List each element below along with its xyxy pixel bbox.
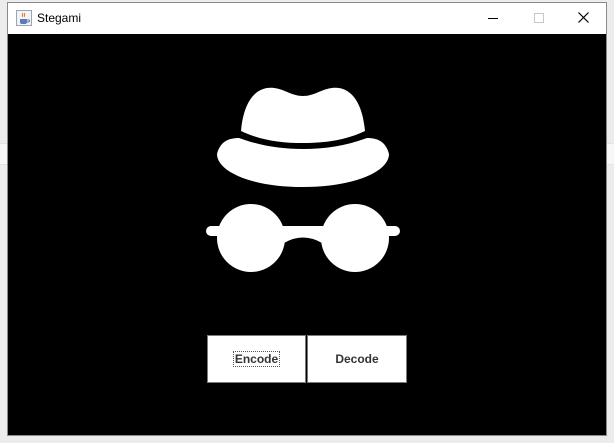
minimize-icon — [488, 10, 498, 28]
decode-button[interactable]: Decode — [307, 335, 407, 383]
encode-button-label: Encode — [232, 351, 281, 367]
maximize-button[interactable] — [516, 3, 562, 34]
title-bar[interactable]: Stegami — [8, 3, 606, 34]
close-icon — [577, 10, 589, 28]
maximize-icon — [534, 10, 544, 28]
java-cup-icon — [16, 10, 32, 26]
main-panel: Encode Decode — [8, 34, 606, 435]
encode-button[interactable]: Encode — [207, 335, 306, 383]
minimize-button[interactable] — [470, 3, 516, 34]
incognito-hat-glasses-icon — [206, 86, 400, 276]
close-button[interactable] — [560, 3, 606, 34]
window-title: Stegami — [37, 11, 82, 25]
decode-button-label: Decode — [335, 352, 379, 366]
app-window: Stegami Encode Decode — [7, 2, 607, 436]
